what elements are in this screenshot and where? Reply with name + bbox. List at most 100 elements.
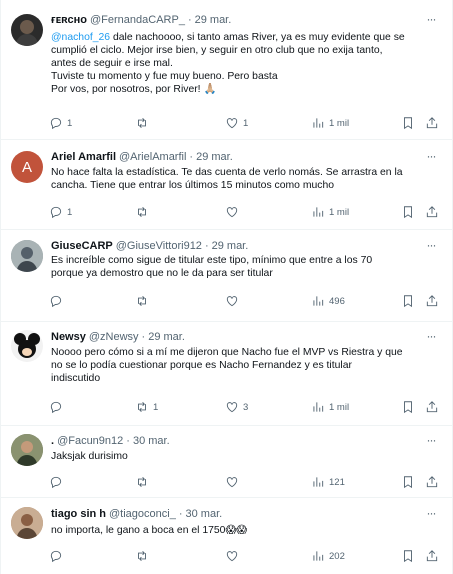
user-handle[interactable]: @tiagoconci_ [109, 508, 176, 520]
display-name[interactable]: ғᴇʀᴄʜᴏ [51, 14, 87, 26]
display-name[interactable]: tiago sin h [51, 508, 106, 520]
views-button[interactable]: 121 [311, 474, 345, 490]
retweet-icon [138, 402, 146, 412]
bookmark-button[interactable] [401, 293, 415, 309]
timestamp[interactable]: 30 mar. [133, 435, 170, 447]
display-name[interactable]: Newsy [51, 331, 86, 343]
more-icon[interactable]: ··· [424, 13, 438, 28]
heart-icon [226, 402, 238, 413]
share-button[interactable] [425, 548, 439, 564]
like-button[interactable]: 3 [225, 399, 248, 415]
retweet-button[interactable] [135, 204, 153, 220]
timestamp[interactable]: 30 mar. [186, 508, 223, 520]
tweet-actions: 496 [49, 293, 441, 309]
like-button[interactable]: 1 [225, 115, 248, 131]
tweet-line: Noooo pero cómo si a mí me dijeron que N… [51, 347, 403, 358]
avatar[interactable] [11, 507, 43, 539]
like-button[interactable] [225, 204, 243, 220]
views-button[interactable]: 1 mil [311, 399, 349, 415]
avatar[interactable] [11, 330, 43, 362]
bookmark-button[interactable] [401, 548, 415, 564]
tweet[interactable]: ғᴇʀᴄʜᴏ @FernandaCARP_ · 29 mar. ··· @nac… [1, 0, 452, 140]
tweet[interactable]: . @Facun9n12 · 30 mar. ··· Jaksjak duris… [1, 426, 452, 498]
retweet-button[interactable]: 1 [135, 399, 158, 415]
heart-icon [226, 207, 238, 218]
reply-button[interactable] [49, 474, 67, 490]
tweet-line: No hace falta la estadística. Te das cue… [51, 167, 403, 178]
views-icon [313, 296, 324, 306]
share-button[interactable] [425, 204, 439, 220]
bookmark-button[interactable] [401, 204, 415, 220]
more-icon[interactable]: ··· [424, 330, 438, 345]
tweet-line: antes de seguir e irse mal. [51, 58, 173, 69]
user-handle[interactable]: @Facun9n12 [57, 435, 123, 447]
user-handle[interactable]: @GiuseVittori912 [116, 240, 202, 252]
like-button[interactable] [225, 548, 243, 564]
user-handle[interactable]: @ArielAmarfil [119, 151, 186, 163]
timestamp[interactable]: 29 mar. [195, 14, 232, 26]
reply-button[interactable]: 1 [49, 115, 72, 131]
tweet[interactable]: GiuseCARP @GiuseVittori912 · 29 mar. ···… [1, 230, 452, 322]
tweet-line: dale nachoooo, si tanto amas River, ya e… [110, 32, 405, 43]
separator-dot: · [204, 240, 209, 252]
retweet-button[interactable] [135, 548, 153, 564]
tweet-line: cancha. Tiene que entrar los últimos 15 … [51, 180, 335, 191]
heart-icon [226, 551, 238, 562]
more-icon[interactable]: ··· [424, 507, 438, 522]
avatar[interactable]: A [11, 151, 43, 183]
like-button[interactable] [225, 293, 243, 309]
share-icon [426, 550, 438, 562]
share-button[interactable] [425, 115, 439, 131]
more-icon[interactable]: ··· [424, 239, 438, 254]
reply-button[interactable]: 1 [49, 204, 72, 220]
more-icon[interactable]: ··· [424, 434, 438, 449]
views-button[interactable]: 1 mil [311, 115, 349, 131]
avatar[interactable] [11, 14, 43, 46]
user-handle[interactable]: @FernandaCARP_ [90, 14, 185, 26]
avatar[interactable] [11, 434, 43, 466]
tweet-actions: 1 1 1 mil [49, 115, 441, 131]
display-name[interactable]: . [51, 435, 54, 447]
avatar[interactable] [11, 240, 43, 272]
reply-button[interactable] [49, 293, 67, 309]
timestamp[interactable]: 29 mar. [212, 240, 249, 252]
display-name[interactable]: GiuseCARP [51, 240, 113, 252]
like-button[interactable] [225, 474, 243, 490]
views-icon [313, 118, 324, 128]
mention-link[interactable]: @nachof_26 [51, 32, 110, 43]
reply-button[interactable] [49, 399, 67, 415]
retweet-icon [138, 296, 146, 306]
share-icon [426, 295, 438, 307]
separator-dot: · [189, 151, 194, 163]
timestamp[interactable]: 29 mar. [196, 151, 233, 163]
reply-button[interactable] [49, 548, 67, 564]
views-button[interactable]: 1 mil [311, 204, 349, 220]
user-handle[interactable]: @zNewsy [89, 331, 139, 343]
tweet[interactable]: A Ariel Amarfil @ArielAmarfil · 29 mar. … [1, 140, 452, 230]
bookmark-button[interactable] [401, 399, 415, 415]
bookmark-button[interactable] [401, 474, 415, 490]
tweet-actions: 1 1 mil [49, 204, 441, 220]
retweet-button[interactable] [135, 115, 153, 131]
share-button[interactable] [425, 293, 439, 309]
views-button[interactable]: 202 [311, 548, 345, 564]
views-icon [313, 551, 324, 561]
views-count: 202 [329, 550, 345, 562]
tweet[interactable]: Newsy @zNewsy · 29 mar. ··· Noooo pero c… [1, 322, 452, 426]
display-name[interactable]: Ariel Amarfil [51, 151, 116, 163]
share-button[interactable] [425, 474, 439, 490]
views-icon [313, 402, 324, 412]
retweet-button[interactable] [135, 474, 153, 490]
tweet[interactable]: tiago sin h @tiagoconci_ · 30 mar. ··· n… [1, 498, 452, 574]
tweet-actions: 1 3 1 mil [49, 399, 441, 415]
like-count: 1 [243, 117, 249, 129]
tweet-actions: 121 [49, 474, 441, 490]
retweet-button[interactable] [135, 293, 153, 309]
views-button[interactable]: 496 [311, 293, 345, 309]
reply-icon [50, 295, 62, 308]
bookmark-button[interactable] [401, 115, 415, 131]
tweet-text: @nachof_26 dale nachoooo, si tanto amas … [51, 31, 444, 96]
share-button[interactable] [425, 399, 439, 415]
timestamp[interactable]: 29 mar. [148, 331, 185, 343]
more-icon[interactable]: ··· [424, 150, 438, 165]
